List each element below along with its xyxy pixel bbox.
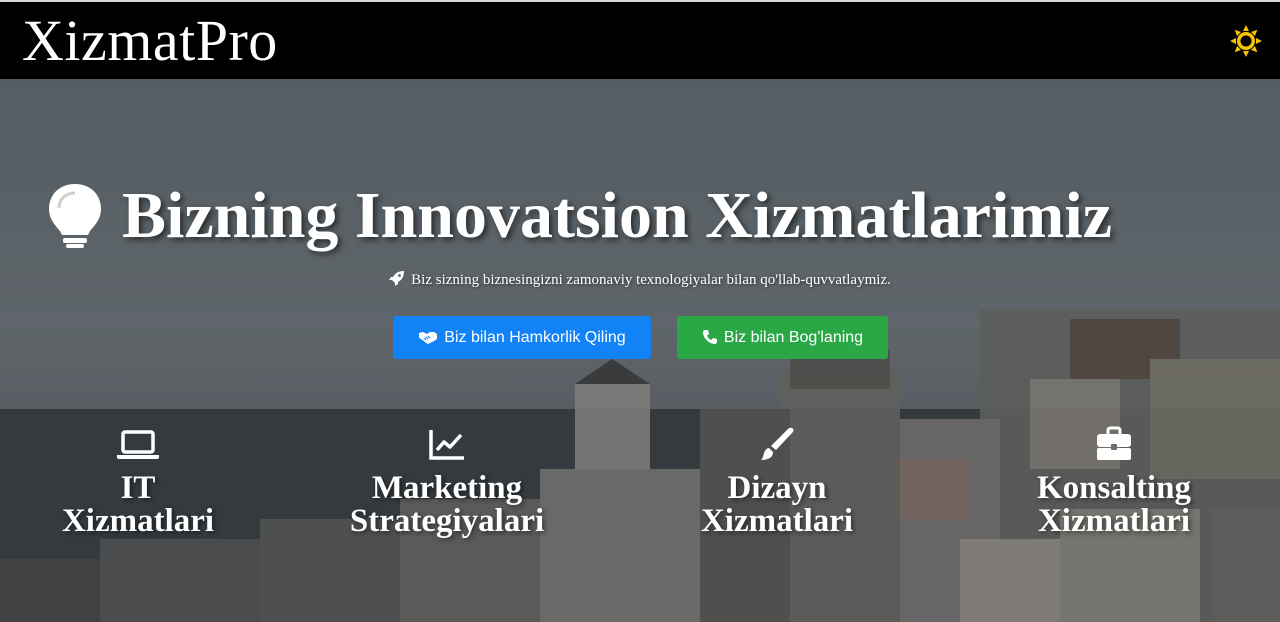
service-title: Marketing Strategiyalari (349, 470, 545, 539)
laptop-icon (117, 430, 159, 459)
sun-icon[interactable] (1229, 24, 1263, 58)
contact-button[interactable]: Biz bilan Bog'laning (677, 316, 888, 359)
partnership-button-label: Biz bilan Hamkorlik Qiling (444, 329, 626, 346)
service-title: IT Xizmatlari (61, 470, 215, 539)
rocket-icon (389, 271, 405, 286)
service-title: Dizayn Xizmatlari (700, 470, 854, 539)
page-title: Bizning Innovatsion Xizmatlarimiz (122, 179, 1113, 252)
hero-section: Bizning Innovatsion Xizmatlarimiz Biz si… (0, 79, 1280, 622)
contact-button-label: Biz bilan Bog'laning (723, 329, 864, 346)
brand-logo[interactable]: XizmatPro (22, 8, 278, 74)
lightbulb-icon (49, 184, 101, 248)
briefcase-icon (1097, 426, 1131, 460)
hero-headline: Bizning Innovatsion Xizmatlarimiz (0, 171, 1280, 261)
service-marketing[interactable]: Marketing Strategiyalari (327, 426, 567, 538)
navbar: XizmatPro (0, 0, 1280, 79)
partnership-button[interactable]: Biz bilan Hamkorlik Qiling (393, 316, 651, 359)
service-consulting[interactable]: Konsalting Xizmatlari (994, 426, 1234, 538)
hero-subtitle: Biz sizning biznesingizni zamonaviy texn… (0, 270, 1280, 290)
paintbrush-icon (761, 427, 794, 460)
service-design[interactable]: Dizayn Xizmatlari (657, 426, 897, 538)
chart-line-icon (429, 430, 464, 460)
phone-icon (702, 330, 717, 344)
handshake-icon (419, 332, 438, 344)
service-title: Konsalting Xizmatlari (1036, 470, 1192, 539)
hero-subtitle-text: Biz sizning biznesingizni zamonaviy texn… (411, 272, 891, 288)
service-it[interactable]: IT Xizmatlari (18, 426, 258, 538)
